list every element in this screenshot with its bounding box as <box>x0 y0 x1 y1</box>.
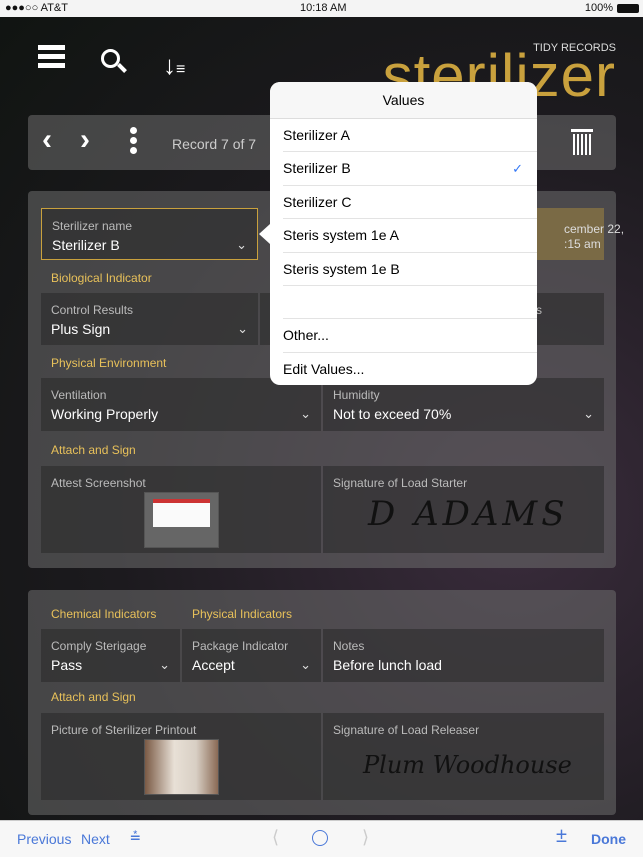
section-chemical-indicators: Chemical Indicators <box>51 607 157 621</box>
circle-icon[interactable] <box>312 830 328 846</box>
date-text: cember 22, <box>564 222 625 236</box>
field-value: Not to exceed 70% <box>333 406 452 422</box>
popover-title: Values <box>270 82 537 119</box>
section-physical-indicators: Physical Indicators <box>192 607 293 621</box>
section-attach-and-sign: Attach and Sign <box>51 443 136 457</box>
battery-text: 100% <box>584 2 613 14</box>
option-steris-1e-b[interactable]: Steris system 1e B <box>283 253 537 286</box>
field-value: Accept <box>192 657 235 673</box>
field-label: Signature of Load Starter <box>333 476 468 490</box>
previous-record-icon[interactable]: ‹ <box>42 123 52 157</box>
done-button[interactable]: Done <box>591 831 626 847</box>
menu-icon[interactable] <box>38 45 65 68</box>
sort-icon[interactable]: ↓≡ <box>163 50 185 81</box>
search-icon[interactable] <box>101 49 127 73</box>
next-button[interactable]: Next <box>81 831 110 847</box>
option-edit-values[interactable]: Edit Values... <box>283 353 537 386</box>
package-indicator-field[interactable]: Package Indicator Accept ⌄ <box>182 629 321 682</box>
battery-icon <box>617 4 639 13</box>
chevron-down-icon: ⌄ <box>300 657 311 672</box>
next-record-icon[interactable]: › <box>80 123 90 157</box>
option-label: Sterilizer C <box>283 193 352 210</box>
chevron-right-icon[interactable]: ⟩ <box>362 827 369 848</box>
export-icon[interactable]: ⩮ <box>130 826 141 847</box>
chevron-down-icon: ⌄ <box>237 321 248 336</box>
chevron-down-icon: ⌄ <box>300 406 311 421</box>
signature-load-starter-field[interactable]: Signature of Load Starter D ADAMS <box>323 466 604 553</box>
option-label: Edit Values... <box>283 360 365 377</box>
attest-screenshot-field[interactable]: Attest Screenshot <box>41 466 321 553</box>
status-bar: ●●●○○ AT&T 10:18 AM 100% <box>0 0 643 17</box>
carrier: ●●●○○ AT&T <box>5 2 68 14</box>
popover-arrow <box>259 224 270 244</box>
signature-image: D ADAMS <box>368 494 569 534</box>
section-biological-indicator: Biological Indicator <box>51 271 152 285</box>
option-steris-1e-a[interactable]: Steris system 1e A <box>283 219 537 253</box>
printout-image[interactable] <box>144 739 219 795</box>
field-value: Working Properly <box>51 406 159 422</box>
keyboard-accessory-bar: Previous Next ⩮ ⟨ ⟩ ± Done <box>0 820 643 857</box>
field-label: Attest Screenshot <box>51 476 146 490</box>
field-label: Package Indicator <box>192 639 289 653</box>
clock: 10:18 AM <box>300 2 347 14</box>
add-icon[interactable]: ± <box>556 825 567 848</box>
previous-button[interactable]: Previous <box>17 831 71 847</box>
ventilation-field[interactable]: Ventilation Working Properly ⌄ <box>41 378 321 431</box>
comply-sterigage-field[interactable]: Comply Sterigage Pass ⌄ <box>41 629 180 682</box>
option-label: Steris system 1e A <box>283 227 399 244</box>
chevron-down-icon: ⌄ <box>236 237 247 252</box>
record-counter: Record 7 of 7 <box>172 136 257 152</box>
field-label: Comply Sterigage <box>51 639 147 653</box>
control-results-field[interactable]: Control Results Plus Sign ⌄ <box>41 293 258 345</box>
section-physical-environment: Physical Environment <box>51 356 167 370</box>
time-text: :15 am <box>564 237 601 251</box>
field-value: Plus Sign <box>51 321 111 337</box>
field-value: Before lunch load <box>333 657 442 673</box>
field-label: Picture of Sterilizer Printout <box>51 723 197 737</box>
field-label: Notes <box>333 639 365 653</box>
record-card-2: Chemical Indicators Physical Indicators … <box>28 590 616 815</box>
field-label: Control Results <box>51 303 134 317</box>
values-popover: Values Sterilizer A Sterilizer B ✓ Steril… <box>270 82 537 385</box>
field-value: Pass <box>51 657 83 673</box>
field-label: Sterilizer name <box>52 219 133 233</box>
field-value: Sterilizer B <box>52 237 120 253</box>
option-sterilizer-b[interactable]: Sterilizer B ✓ <box>283 152 537 186</box>
option-label: Other... <box>283 327 329 344</box>
more-icon[interactable] <box>130 127 137 154</box>
field-label: Ventilation <box>51 388 107 402</box>
field-label: Signature of Load Releaser <box>333 723 480 737</box>
trash-icon[interactable] <box>571 129 593 155</box>
option-sterilizer-c[interactable]: Sterilizer C <box>283 186 537 220</box>
option-label: Sterilizer B <box>283 160 351 177</box>
printout-picture-field[interactable]: Picture of Sterilizer Printout <box>41 713 321 800</box>
section-attach-and-sign: Attach and Sign <box>51 690 136 704</box>
option-other[interactable]: Other... <box>283 319 537 353</box>
checkmark-icon: ✓ <box>512 161 523 177</box>
sterilizer-name-field[interactable]: Sterilizer name Sterilizer B ⌄ <box>41 208 258 260</box>
field-label: Humidity <box>333 388 380 402</box>
attest-screenshot-image[interactable] <box>144 492 219 548</box>
option-label: Sterilizer A <box>283 127 350 143</box>
option-label: Steris system 1e B <box>283 260 400 277</box>
signature-image: Plum Woodhouse <box>363 751 572 779</box>
notes-field[interactable]: Notes Before lunch load <box>323 629 604 682</box>
option-blank[interactable] <box>283 286 537 320</box>
chevron-down-icon: ⌄ <box>159 657 170 672</box>
option-sterilizer-a[interactable]: Sterilizer A <box>283 119 537 153</box>
chevron-left-icon[interactable]: ⟨ <box>272 827 279 848</box>
signature-load-releaser-field[interactable]: Signature of Load Releaser Plum Woodhous… <box>323 713 604 800</box>
chevron-down-icon: ⌄ <box>583 406 594 421</box>
